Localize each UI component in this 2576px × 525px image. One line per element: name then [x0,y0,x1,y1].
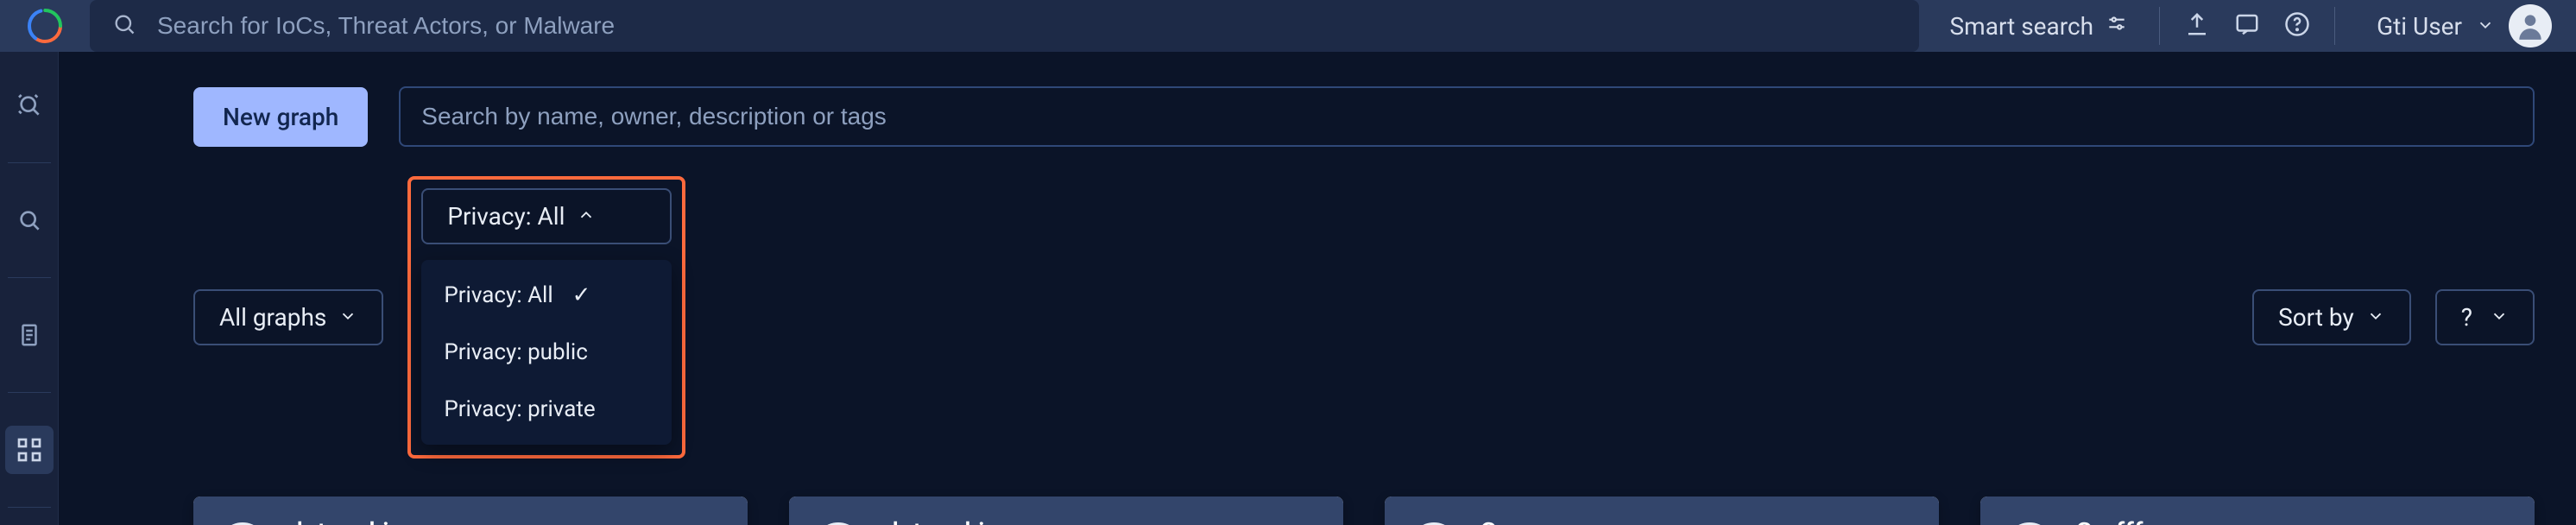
topbar-actions [2184,11,2310,41]
cards: dutogekisser.com Created 42 minutes ago [193,497,2576,525]
chevron-up-icon [577,202,596,231]
sort-by-dropdown[interactable]: Sort by [2252,289,2411,345]
topbar: Smart search Gti User [0,0,2576,52]
graph-card[interactable]: dutogekisser.com Created 42 minutes ago [789,497,1343,525]
all-graphs-label: All graphs [219,303,326,332]
user-menu[interactable]: Gti User [2377,4,2552,47]
privacy-option-label: Privacy: public [444,339,588,365]
card-title: dutogekisser.com [288,517,527,525]
new-graph-label: New graph [223,103,338,131]
global-search-input[interactable] [157,12,1897,40]
controls-row: New graph [193,86,2576,147]
divider [8,277,51,278]
sliders-icon [2106,12,2128,41]
graph-search-input[interactable] [421,103,2512,130]
sidebar [0,52,59,525]
card-title: dutogekisser.com [884,517,1122,525]
divider [2159,7,2160,45]
chevron-down-icon [2366,303,2385,332]
help-icon[interactable] [2284,11,2310,41]
new-graph-button[interactable]: New graph [193,87,368,147]
divider [8,392,51,393]
chevron-down-icon [2490,303,2509,332]
divider [8,507,51,508]
sidebar-item-graph[interactable] [5,426,54,474]
chevron-down-icon [338,303,357,332]
graph-card[interactable]: dutogekisser.com Created 42 minutes ago [193,497,748,525]
smart-search-label: Smart search [1950,12,2094,41]
avatar [813,522,863,525]
upload-icon[interactable] [2184,11,2210,41]
card-header: Grrrrrrrrrr Created 1 hour ago [1385,497,1939,525]
avatar [2509,4,2552,47]
divider [2334,7,2335,45]
avatar [2005,522,2055,525]
privacy-option-public[interactable]: Privacy: public [421,324,672,381]
privacy-option-label: Privacy: private [444,396,595,422]
content: New graph All graphs Privacy: All [59,52,2576,525]
card-title: Grafff [2075,517,2265,525]
sidebar-item-explore[interactable] [5,196,54,244]
app-logo[interactable] [24,5,66,47]
all-graphs-dropdown[interactable]: All graphs [193,289,383,345]
privacy-label: Privacy: All [447,202,565,231]
avatar [1409,522,1459,525]
sidebar-item-reports[interactable] [5,311,54,359]
card-header: dutogekisser.com Created 42 minutes ago [789,497,1343,525]
filters-row: All graphs Privacy: All Privacy: All ✓ [193,176,2576,459]
graph-search[interactable] [399,86,2535,147]
user-label: Gti User [2377,12,2462,41]
global-search[interactable] [90,0,1919,52]
sidebar-item-search[interactable] [5,81,54,130]
search-icon [112,12,136,40]
graph-card[interactable]: Grafff Created 1 hour ago [1980,497,2535,525]
privacy-menu: Privacy: All ✓ Privacy: public Privacy: … [421,260,672,445]
main: New graph All graphs Privacy: All [0,52,2576,525]
cards-wrap: dutogekisser.com Created 42 minutes ago [193,497,2576,525]
chevron-down-icon [2476,12,2495,41]
help-dropdown[interactable]: ? [2435,289,2535,345]
privacy-option-private[interactable]: Privacy: private [421,381,672,438]
smart-search-button[interactable]: Smart search [1943,12,2136,41]
chat-icon[interactable] [2234,11,2260,41]
privacy-highlight: Privacy: All Privacy: All ✓ Privacy: pub… [407,176,685,459]
privacy-option-all[interactable]: Privacy: All ✓ [421,267,672,324]
avatar [218,522,268,525]
privacy-dropdown[interactable]: Privacy: All [421,188,672,244]
card-header: Grafff Created 1 hour ago [1980,497,2535,525]
privacy-option-label: Privacy: All [444,282,552,308]
card-title: Grrrrrrrrrr [1480,517,1670,525]
card-header: dutogekisser.com Created 42 minutes ago [193,497,748,525]
sort-by-label: Sort by [2278,303,2354,332]
graph-card[interactable]: Grrrrrrrrrr Created 1 hour ago [1385,497,1939,525]
check-icon: ✓ [572,282,591,308]
divider [8,162,51,163]
question-label: ? [2461,303,2472,332]
